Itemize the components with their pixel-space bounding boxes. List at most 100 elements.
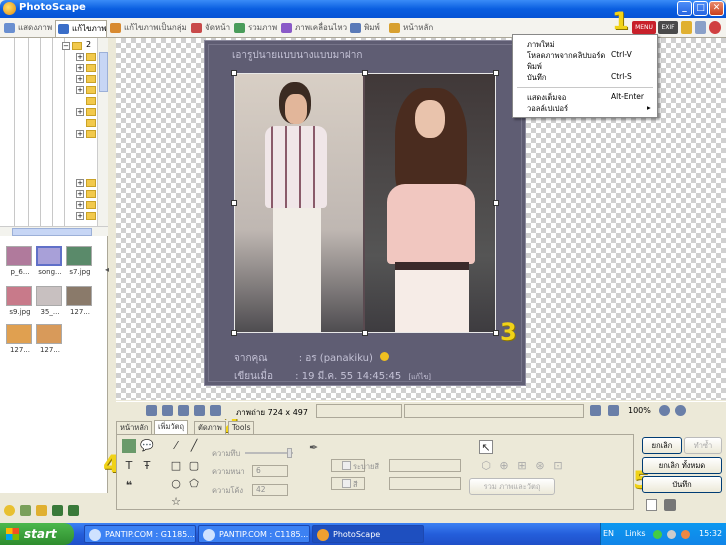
tab-tools[interactable]: Tools (228, 421, 255, 435)
folder-tree[interactable]: − 2 + + + + + + + + + + (0, 38, 108, 236)
tab-combine[interactable]: รวมภาพ (232, 20, 278, 37)
menu-button[interactable]: MENU (632, 21, 656, 34)
zoom-out-icon[interactable] (675, 405, 686, 416)
tray-icon[interactable] (653, 530, 662, 539)
speech-balloon-icon[interactable]: 💬 (140, 439, 154, 453)
polygon-icon[interactable]: ⬠ (187, 477, 201, 491)
thumbnail-item[interactable]: 127... (4, 324, 34, 358)
flip-icon[interactable] (178, 405, 189, 416)
text-icon[interactable]: T (122, 459, 136, 473)
object-action-icon[interactable]: ⊞ (515, 459, 529, 473)
taskbar-item-photoscape[interactable]: PhotoScape (312, 525, 424, 543)
tab-batch-editor[interactable]: แก้ไขภาพเป็นกลุ่ม (108, 20, 188, 37)
new-page-icon[interactable] (646, 499, 657, 511)
object-action-icon[interactable]: ⊡ (551, 459, 565, 473)
resize-handle[interactable] (362, 330, 368, 336)
resize-handle[interactable] (231, 330, 237, 336)
resize-handle[interactable] (493, 70, 499, 76)
quote-icon[interactable]: ❝ (122, 479, 136, 493)
object-action-icon[interactable]: ⊕ (497, 459, 511, 473)
collapse-panel-arrow[interactable]: ◂ (105, 265, 113, 279)
fill-style-combo[interactable] (389, 459, 461, 472)
tree-horizontal-scrollbar[interactable] (0, 226, 108, 236)
line-style-combo[interactable] (389, 477, 461, 490)
resize-handle[interactable] (231, 200, 237, 206)
select-arrow-icon[interactable]: ↖ (479, 440, 493, 454)
resize-handle[interactable] (362, 70, 368, 76)
thumbnail-item[interactable]: s7.jpg (64, 246, 94, 280)
start-button[interactable]: start (0, 523, 74, 545)
rotate-right-icon[interactable] (162, 405, 173, 416)
taskbar-item-pantip-1[interactable]: PANTIP.COM : G1185... (84, 525, 196, 543)
tab-print[interactable]: พิมพ์ (348, 20, 386, 37)
line-icon[interactable]: ╱ (187, 439, 201, 453)
photo-object[interactable] (234, 73, 496, 333)
merge-objects-button[interactable]: รวม ภาพและวัตถุ (469, 478, 555, 495)
star-icon[interactable] (4, 505, 15, 516)
slider-handle[interactable] (287, 448, 292, 458)
print-icon[interactable] (664, 499, 676, 511)
tab-animated-gif[interactable]: ภาพเคลื่อนไหว (279, 20, 347, 37)
tab-page[interactable]: จัดหน้า (189, 20, 231, 37)
image-object-icon[interactable] (122, 439, 136, 453)
tree-expander[interactable]: − (62, 42, 70, 50)
menu-item-save[interactable]: บันทึก Ctrl-S (527, 72, 632, 84)
thumbnail-item[interactable]: 127... (64, 286, 94, 320)
fill-checkbox[interactable] (342, 461, 351, 470)
rounded-rectangle-icon[interactable]: ▢ (187, 459, 201, 473)
thickness-spinner[interactable]: 6 (252, 465, 288, 477)
transparency-slider[interactable] (245, 452, 293, 454)
resize-icon[interactable] (194, 405, 205, 416)
tab-home[interactable]: หน้าหลัก (387, 20, 435, 37)
help-icon[interactable] (709, 21, 721, 34)
thumbnail-item[interactable]: 127... (34, 324, 64, 358)
fit-screen-icon[interactable] (590, 405, 601, 416)
thumbnail-item[interactable]: s9.jpg (4, 286, 34, 320)
tab-add-object[interactable]: เพิ่มวัตถุ (154, 420, 189, 435)
tab-editor[interactable]: แก้ไขภาพ (55, 20, 107, 37)
brush-icon[interactable]: ⁄ (169, 439, 183, 453)
tree-vertical-scrollbar[interactable] (97, 38, 108, 226)
thumbnail-item[interactable]: 35_... (34, 286, 64, 320)
resize-handle[interactable] (231, 70, 237, 76)
rectangle-icon[interactable]: □ (169, 459, 183, 473)
undo-all-button[interactable]: ยกเลิก ทั้งหมด (642, 457, 722, 474)
zoom-in-icon[interactable] (659, 405, 670, 416)
tray-icon[interactable] (681, 530, 690, 539)
tab-home-sub[interactable]: หน้าหลัก (116, 421, 153, 435)
back-arrow-icon[interactable] (52, 505, 63, 516)
circle-icon[interactable]: ○ (169, 477, 183, 491)
resize-handle[interactable] (493, 330, 499, 336)
redo-button[interactable]: ทำซ้ำ (684, 437, 722, 454)
language-indicator[interactable]: EN (603, 529, 614, 538)
folder-icon[interactable] (36, 505, 47, 516)
eyedropper-icon[interactable]: ✒ (309, 441, 318, 454)
favorites-icon[interactable] (20, 505, 31, 516)
rotate-left-icon[interactable] (146, 405, 157, 416)
save-button[interactable]: บันทึก (642, 476, 722, 493)
tab-viewer[interactable]: แสดงภาพ (2, 20, 54, 37)
thumbnail-item[interactable]: song... (34, 246, 64, 280)
links-toolbar[interactable]: Links (625, 529, 646, 538)
undo-button[interactable]: ยกเลิก (642, 437, 682, 454)
object-action-icon[interactable]: ⬡ (479, 459, 493, 473)
text-style-icon[interactable]: Ŧ (140, 459, 154, 473)
thumbnail-item[interactable]: p_6... (4, 246, 34, 280)
taskbar-item-pantip-2[interactable]: PANTIP.COM : C1185... (198, 525, 310, 543)
tray-icon[interactable] (667, 530, 676, 539)
tab-crop[interactable]: ตัดภาพ (194, 421, 226, 435)
actual-size-icon[interactable] (608, 405, 619, 416)
star-shape-icon[interactable]: ☆ (169, 495, 183, 509)
forward-arrow-icon[interactable] (68, 505, 79, 516)
color-checkbox[interactable] (342, 479, 351, 488)
maximize-button[interactable]: □ (693, 1, 708, 16)
folder-icon[interactable] (681, 21, 692, 34)
close-button[interactable]: ✕ (709, 1, 724, 16)
info-icon[interactable] (210, 405, 221, 416)
exif-button[interactable]: EXIF (658, 21, 678, 34)
roundness-spinner[interactable]: 42 (252, 484, 288, 496)
minimize-button[interactable]: _ (677, 1, 692, 16)
window-icon[interactable] (695, 21, 706, 34)
object-action-icon[interactable]: ⊛ (533, 459, 547, 473)
resize-handle[interactable] (493, 200, 499, 206)
